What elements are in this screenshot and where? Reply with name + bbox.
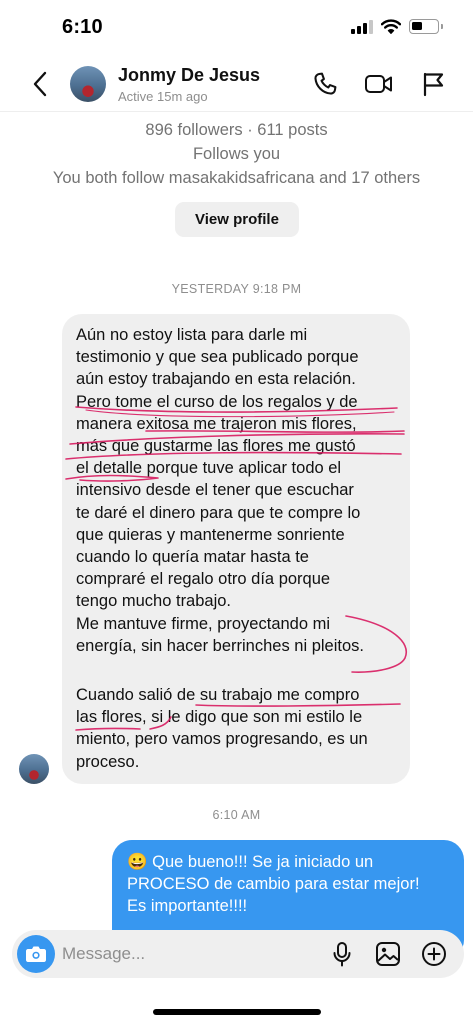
image-icon bbox=[376, 942, 400, 966]
wifi-icon bbox=[381, 19, 401, 34]
voice-message-button[interactable] bbox=[326, 938, 358, 970]
contact-name[interactable]: Jonmy De Jesus bbox=[118, 65, 260, 86]
profile-summary: 896 followers · 611 posts Follows you Yo… bbox=[0, 118, 473, 190]
mutual-followers: You both follow masakakidsafricana and 1… bbox=[52, 169, 421, 187]
back-chevron-icon bbox=[33, 71, 47, 97]
contact-active-status: Active 15m ago bbox=[118, 89, 208, 104]
back-button[interactable] bbox=[26, 68, 54, 100]
header-actions bbox=[309, 68, 449, 100]
camera-icon bbox=[26, 946, 46, 962]
profile-stats: 896 followers · 611 posts bbox=[145, 121, 328, 139]
cellular-signal-icon bbox=[351, 19, 373, 34]
message-input[interactable] bbox=[62, 938, 322, 970]
received-message-text: Cuando salió de su trabajo me compro las… bbox=[76, 686, 368, 771]
follows-you-label: Follows you bbox=[192, 145, 281, 163]
sender-avatar bbox=[19, 754, 49, 784]
message-composer bbox=[12, 930, 464, 978]
status-bar: 6:10 bbox=[0, 0, 473, 56]
battery-icon bbox=[409, 19, 443, 34]
thread-timestamp: 6:10 AM bbox=[212, 808, 261, 822]
video-camera-icon bbox=[365, 75, 392, 93]
battery-level bbox=[412, 22, 423, 30]
camera-button[interactable] bbox=[17, 935, 55, 973]
video-call-button[interactable] bbox=[363, 68, 395, 100]
gallery-button[interactable] bbox=[372, 938, 404, 970]
home-indicator bbox=[153, 1009, 321, 1015]
report-button[interactable] bbox=[417, 68, 449, 100]
audio-call-button[interactable] bbox=[309, 68, 341, 100]
contact-avatar[interactable] bbox=[70, 66, 106, 102]
received-message-text: Aún no estoy lista para darle mi testimo… bbox=[76, 326, 364, 655]
composer-actions bbox=[326, 938, 450, 970]
thread-timestamp: YESTERDAY 9:18 PM bbox=[171, 282, 302, 296]
status-time: 6:10 bbox=[62, 16, 103, 38]
add-circle-icon bbox=[422, 942, 446, 966]
chat-header: Jonmy De Jesus Active 15m ago bbox=[0, 56, 473, 112]
phone-icon bbox=[314, 72, 337, 95]
more-options-button[interactable] bbox=[418, 938, 450, 970]
view-profile-button[interactable]: View profile bbox=[175, 202, 299, 237]
microphone-icon bbox=[333, 942, 351, 967]
status-icons bbox=[351, 19, 443, 34]
flag-icon bbox=[423, 72, 444, 97]
